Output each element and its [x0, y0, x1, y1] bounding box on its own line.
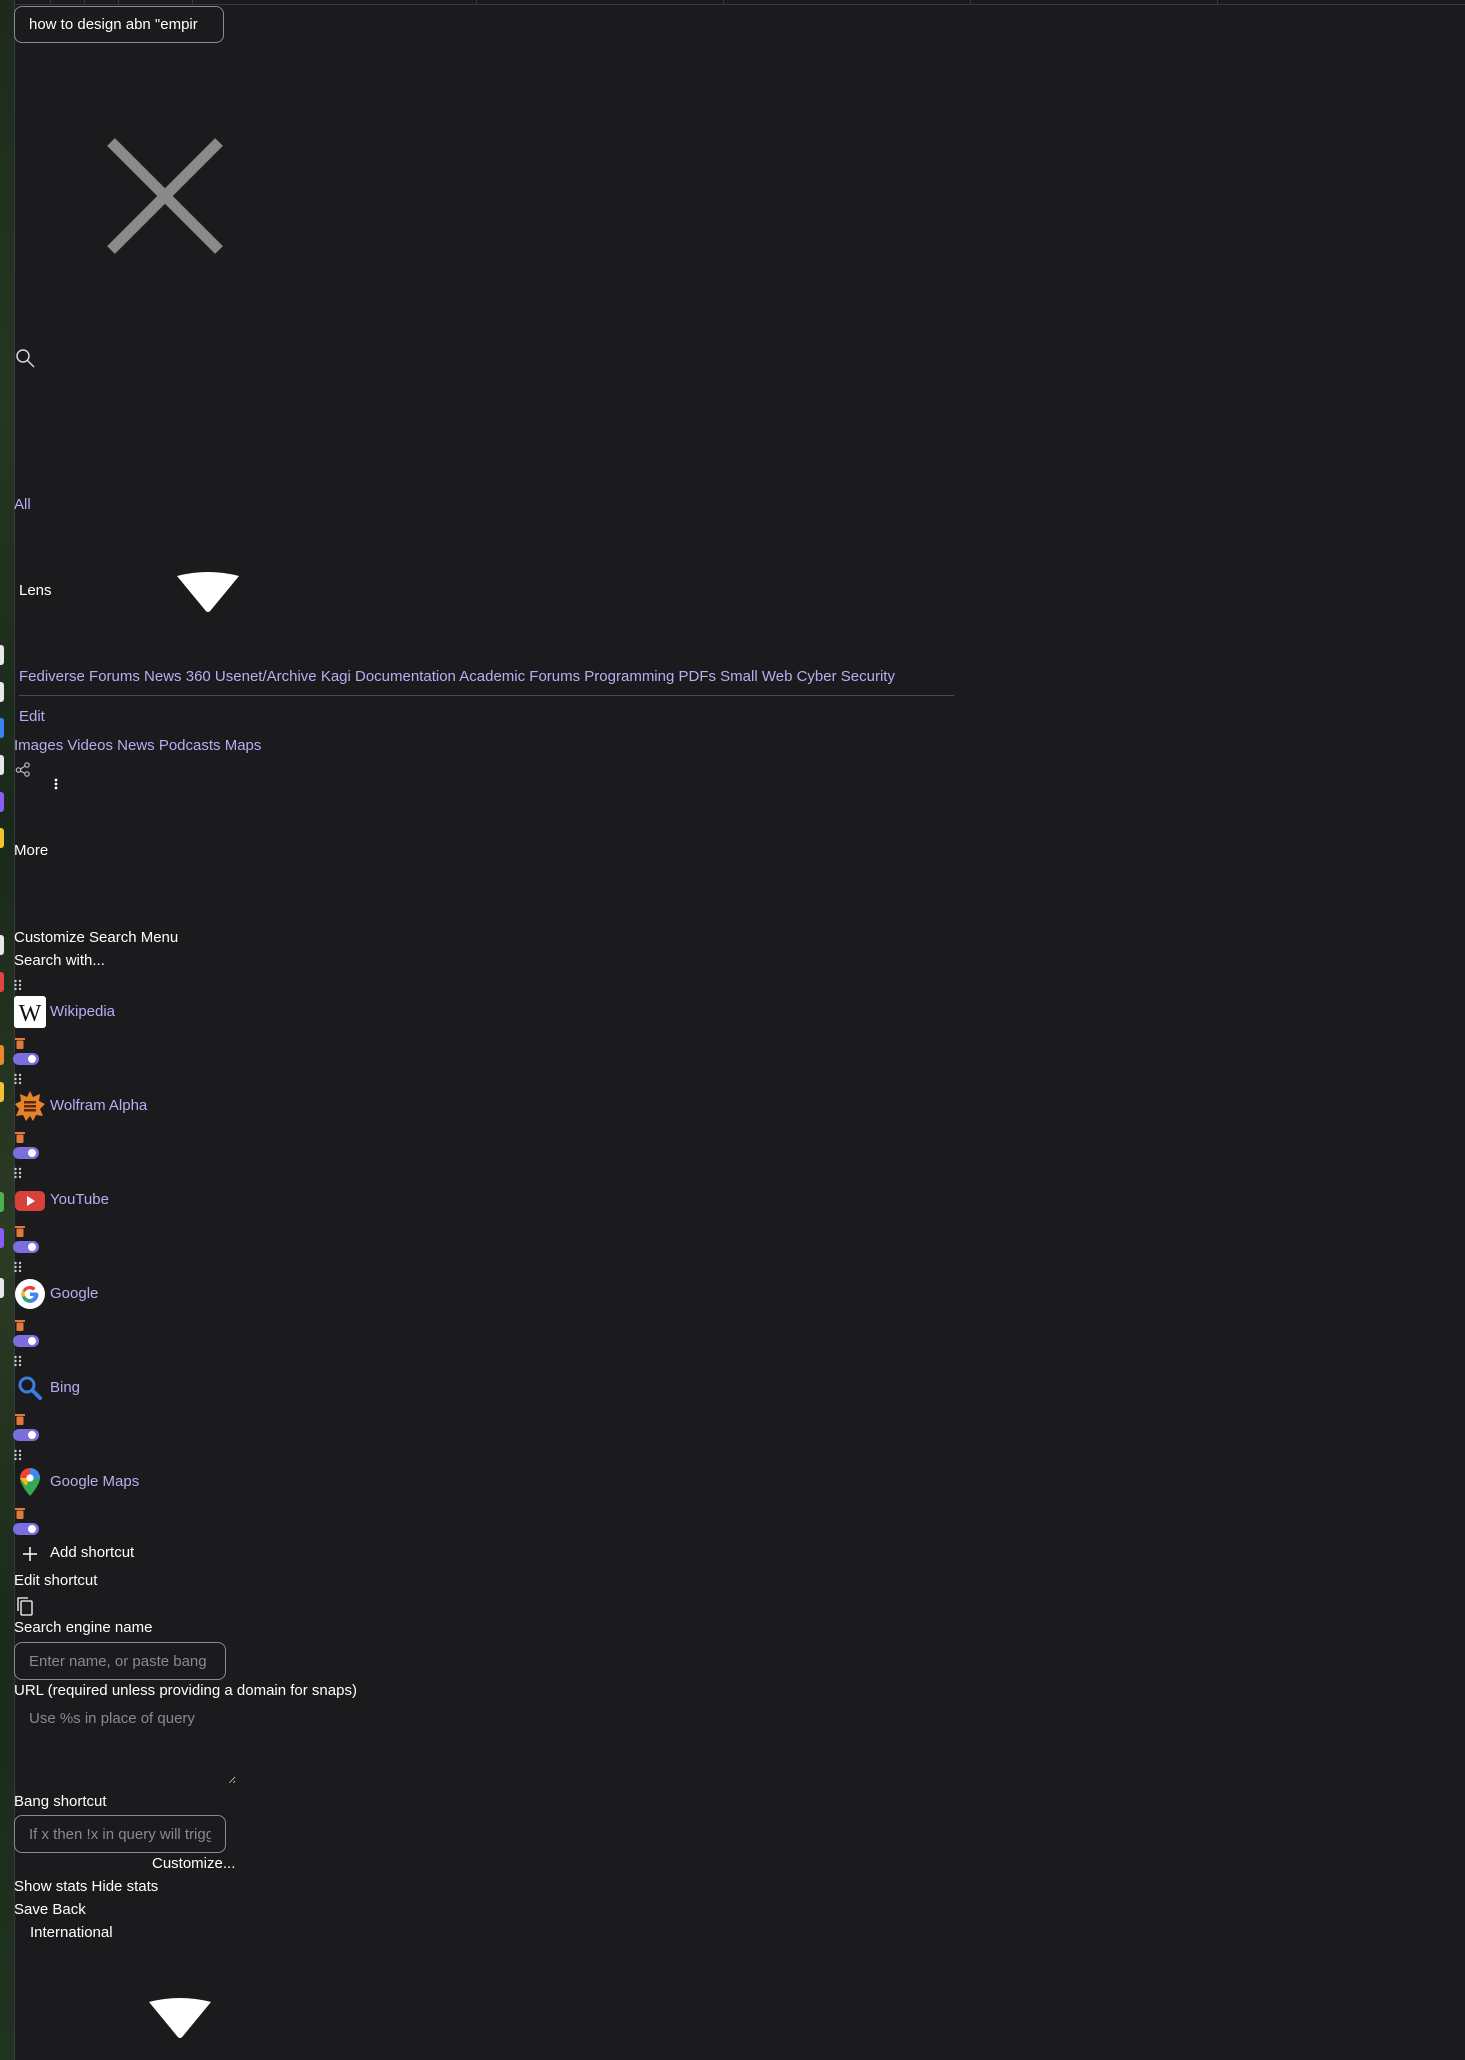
more-vertical-icon[interactable]: [53, 778, 59, 792]
form-actions: Save Back: [14, 1901, 86, 1918]
customize-search-menu-title: Customize Search Menu: [14, 929, 179, 946]
dock-marker: [0, 1045, 4, 1065]
stats-controls: Show stats Hide stats: [14, 1878, 158, 1895]
dock-marker: [0, 1228, 4, 1248]
share-icon[interactable]: [15, 761, 31, 777]
engine-link[interactable]: Wikipedia: [50, 1003, 115, 1020]
trash-icon[interactable]: [15, 1130, 25, 1143]
toggle-switch[interactable]: [13, 1523, 39, 1535]
trash-icon[interactable]: [15, 1318, 25, 1331]
dock-marker: [0, 792, 4, 812]
dock-marker: [0, 828, 4, 848]
svg-text:W: W: [19, 1001, 42, 1027]
search-engine-name-label: Search engine name: [14, 1619, 153, 1636]
drag-handle-icon[interactable]: [14, 1448, 22, 1461]
drag-handle-icon[interactable]: [14, 1072, 22, 1085]
engine-link[interactable]: Bing: [50, 1379, 80, 1396]
google-icon: [14, 1278, 46, 1310]
lens-edit-link[interactable]: Edit: [19, 708, 45, 725]
engine-link[interactable]: YouTube: [50, 1191, 109, 1208]
dock-marker: [0, 682, 4, 702]
lens-link[interactable]: News 360: [144, 668, 211, 685]
lens-link[interactable]: PDFs: [679, 668, 717, 685]
tab-news[interactable]: News: [117, 737, 155, 754]
more-menu-label[interactable]: More: [14, 842, 48, 859]
plus-icon[interactable]: [21, 1545, 39, 1563]
lens-link[interactable]: Forums: [529, 668, 580, 685]
hide-stats-button[interactable]: Hide stats: [92, 1878, 159, 1895]
trash-icon[interactable]: [15, 1506, 25, 1519]
tab-all[interactable]: All: [14, 496, 31, 513]
chevron-down-icon[interactable]: [173, 570, 243, 614]
lens-link[interactable]: Cyber Security: [797, 668, 895, 685]
lens-link[interactable]: Programming: [584, 668, 674, 685]
dock-marker: [0, 1278, 4, 1298]
wikipedia-icon: W: [14, 996, 46, 1028]
bang-shortcut-input[interactable]: [14, 1815, 226, 1853]
lens-link[interactable]: Fediverse Forums: [19, 668, 140, 685]
drag-handle-icon[interactable]: [14, 978, 22, 991]
tab-images[interactable]: Images: [14, 737, 63, 754]
lens-link[interactable]: Small Web: [720, 668, 792, 685]
lens-link[interactable]: Kagi Documentation: [321, 668, 456, 685]
engine-link[interactable]: Wolfram Alpha: [50, 1097, 147, 1114]
tab-podcasts[interactable]: Podcasts: [159, 737, 221, 754]
google-maps-icon: [14, 1466, 46, 1498]
dock-marker: [0, 935, 4, 955]
search-engine-name-input[interactable]: [14, 1642, 226, 1680]
back-button[interactable]: Back: [52, 1901, 85, 1918]
engine-link[interactable]: Google Maps: [50, 1473, 139, 1490]
bing-icon: [14, 1372, 46, 1404]
dock-marker: [0, 718, 4, 738]
tab-videos[interactable]: Videos: [67, 737, 113, 754]
toggle-switch[interactable]: [13, 1147, 39, 1159]
toggle-switch[interactable]: [13, 1429, 39, 1441]
dock-marker: [0, 645, 4, 665]
save-button[interactable]: Save: [14, 1901, 48, 1918]
desktop-wallpaper-strip: [0, 0, 14, 2060]
edit-shortcut-title: Edit shortcut: [14, 1572, 98, 1589]
region-select-value[interactable]: International: [30, 1924, 113, 1941]
url-label: URL (required unless providing a domain …: [14, 1682, 357, 1699]
add-shortcut-button[interactable]: Add shortcut: [50, 1544, 134, 1561]
close-icon[interactable]: [107, 138, 223, 254]
search-icon[interactable]: [14, 347, 36, 369]
chevron-down-icon[interactable]: [145, 1996, 215, 2040]
search-input[interactable]: [14, 6, 224, 43]
youtube-icon: [14, 1184, 46, 1216]
drag-handle-icon[interactable]: [14, 1166, 22, 1179]
toggle-switch[interactable]: [13, 1335, 39, 1347]
trash-icon[interactable]: [15, 1224, 25, 1237]
lens-link[interactable]: Usenet/Archive: [215, 668, 317, 685]
copy-icon[interactable]: [16, 1596, 34, 1616]
wolfram-alpha-icon: [14, 1090, 46, 1122]
lens-list: Fediverse Forums News 360 Usenet/Archive…: [19, 668, 954, 696]
tab-lens[interactable]: Lens: [19, 582, 52, 599]
customize-button[interactable]: Customize...: [152, 1855, 235, 1872]
dock-marker: [0, 972, 4, 992]
lens-link[interactable]: Academic: [459, 668, 525, 685]
engine-link[interactable]: Google: [50, 1285, 98, 1302]
bang-shortcut-label: Bang shortcut: [14, 1793, 107, 1810]
search-with-heading: Search with...: [14, 952, 105, 969]
trash-icon[interactable]: [15, 1036, 25, 1049]
drag-handle-icon[interactable]: [14, 1260, 22, 1273]
url-textarea[interactable]: [14, 1704, 236, 1784]
top-bar: [15, 0, 1465, 5]
toggle-switch[interactable]: [13, 1241, 39, 1253]
dock-marker: [0, 1082, 4, 1102]
show-stats-button[interactable]: Show stats: [14, 1878, 87, 1895]
media-tabs: Images Videos News Podcasts Maps: [14, 737, 261, 754]
tab-maps[interactable]: Maps: [225, 737, 262, 754]
dock-marker: [0, 755, 4, 775]
dock-marker: [0, 1192, 4, 1212]
trash-icon[interactable]: [15, 1412, 25, 1425]
toggle-switch[interactable]: [13, 1053, 39, 1065]
drag-handle-icon[interactable]: [14, 1354, 22, 1367]
